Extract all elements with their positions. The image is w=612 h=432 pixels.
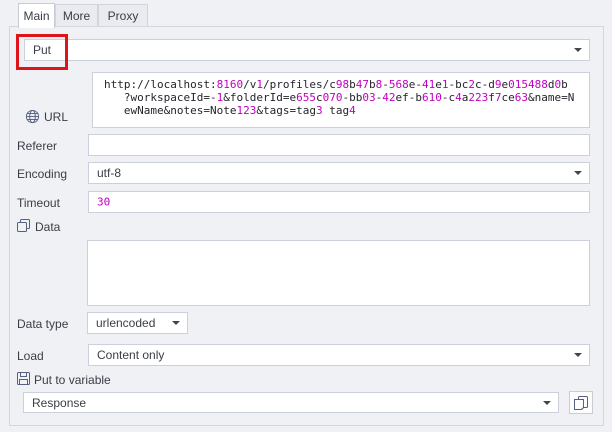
tab-more[interactable]: More bbox=[55, 4, 98, 26]
chevron-down-icon bbox=[574, 48, 582, 52]
data-type-label: Data type bbox=[17, 318, 68, 330]
data-label: Data bbox=[35, 221, 60, 233]
url-line: ?workspaceId=-1&folderId=e655c070-bb03-4… bbox=[104, 91, 578, 104]
method-value: Put bbox=[33, 43, 51, 57]
timeout-input[interactable]: 30 bbox=[88, 191, 590, 213]
globe-icon bbox=[25, 109, 40, 124]
put-to-variable-label: Put to variable bbox=[34, 374, 111, 386]
put-to-variable-select[interactable]: Response bbox=[23, 392, 559, 413]
save-icon bbox=[17, 372, 30, 385]
chevron-down-icon bbox=[574, 171, 582, 175]
copy-pages-icon bbox=[574, 396, 588, 410]
tab-main[interactable]: Main bbox=[18, 3, 55, 28]
url-label: URL bbox=[44, 111, 68, 123]
timeout-label: Timeout bbox=[17, 197, 60, 209]
chevron-down-icon bbox=[543, 401, 551, 405]
encoding-select[interactable]: utf-8 bbox=[88, 162, 590, 184]
copy-icon bbox=[17, 219, 30, 232]
data-type-value: urlencoded bbox=[96, 316, 155, 330]
load-select[interactable]: Content only bbox=[88, 344, 590, 366]
chevron-down-icon bbox=[172, 321, 180, 325]
encoding-label: Encoding bbox=[17, 168, 67, 180]
url-line: http://localhost:8160/v1/profiles/c98b47… bbox=[104, 78, 578, 91]
encoding-value: utf-8 bbox=[97, 166, 121, 180]
put-to-variable-value: Response bbox=[32, 396, 86, 410]
load-value: Content only bbox=[97, 348, 164, 362]
copy-to-clipboard-button[interactable] bbox=[569, 391, 593, 414]
tab-proxy[interactable]: Proxy bbox=[98, 4, 148, 26]
method-select[interactable]: Put bbox=[24, 39, 590, 61]
referer-label: Referer bbox=[17, 140, 57, 152]
tab-main-label: Main bbox=[23, 9, 49, 23]
load-label: Load bbox=[17, 350, 44, 362]
data-textarea[interactable] bbox=[87, 240, 590, 306]
url-line: ewName&notes=Note123&tags=tag3 tag4 bbox=[104, 104, 578, 117]
chevron-down-icon bbox=[574, 353, 582, 357]
data-type-select[interactable]: urlencoded bbox=[87, 312, 188, 334]
http-request-settings-window: Main More Proxy Put URL http://localhost… bbox=[0, 0, 612, 432]
url-input[interactable]: http://localhost:8160/v1/profiles/c98b47… bbox=[92, 72, 590, 128]
referer-input[interactable] bbox=[88, 134, 590, 156]
tab-more-label: More bbox=[63, 9, 90, 23]
tab-proxy-label: Proxy bbox=[108, 9, 139, 23]
timeout-value: 30 bbox=[97, 196, 110, 209]
